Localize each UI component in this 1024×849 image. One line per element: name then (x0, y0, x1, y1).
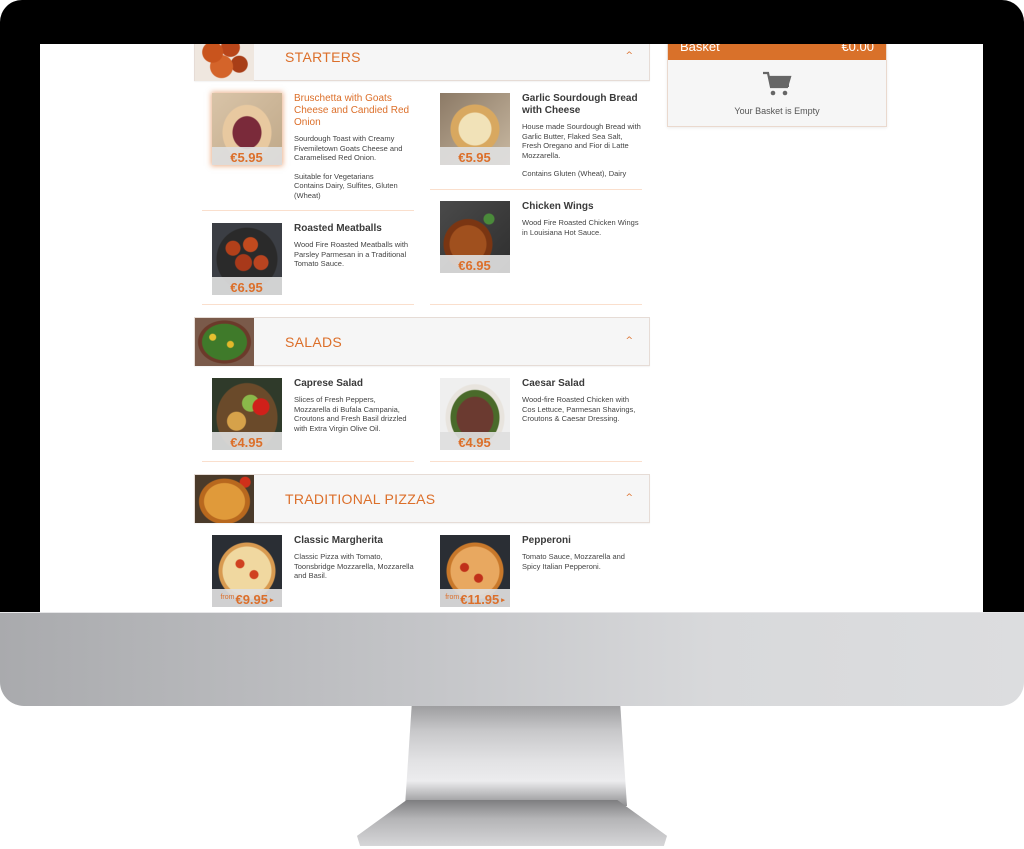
basket-body: Your Basket is Empty (668, 60, 886, 126)
item-grid: from€9.95 ▸ Classic Margherita Classic Pi… (194, 523, 650, 612)
monitor-stand-neck (405, 706, 627, 806)
section-starters: STARTERS ^ €5.95 Bruschetta with Goats C… (194, 44, 650, 305)
section-title: STARTERS (285, 48, 361, 65)
basket-header[interactable]: Basket €0.00 (668, 44, 886, 60)
basket-total: €0.00 (841, 44, 874, 54)
chevron-up-icon[interactable]: ^ (625, 51, 633, 61)
price-tag: from€11.95 ▸ (440, 589, 510, 607)
menu-item[interactable]: from€11.95 ▸ Pepperoni Tomato Sauce, Mozz… (430, 523, 642, 612)
item-image[interactable]: €6.95 (212, 223, 282, 295)
section-salads: SALADS ^ €4.95 Caprese Salad Slices of F… (194, 317, 650, 462)
item-description: Sourdough Toast with Creamy Fivemiletown… (294, 134, 403, 162)
menu-item[interactable]: €6.95 Roasted Meatballs Wood Fire Roaste… (202, 211, 414, 305)
section-title: TRADITIONAL PIZZAS (285, 490, 436, 507)
item-description: Wood-fire Roasted Chicken with Cos Lettu… (522, 395, 636, 423)
item-description: Classic Pizza with Tomato, Toonsbridge M… (294, 552, 414, 580)
menu-item[interactable]: €6.95 Chicken Wings Wood Fire Roasted Ch… (430, 189, 642, 305)
item-name[interactable]: Bruschetta with Goats Cheese and Candied… (294, 93, 414, 129)
menu-item[interactable]: €4.95 Caprese Salad Slices of Fresh Pepp… (202, 366, 414, 462)
item-grid: €4.95 Caprese Salad Slices of Fresh Pepp… (194, 366, 650, 462)
section-image-starters (195, 44, 254, 81)
item-image[interactable]: from€11.95 ▸ (440, 535, 510, 607)
section-image-traditional-pizzas (195, 475, 254, 523)
caret-right-icon: ▸ (270, 597, 274, 604)
item-description: Slices of Fresh Peppers, Mozzarella di B… (294, 395, 407, 433)
caret-right-icon: ▸ (501, 597, 505, 604)
item-name[interactable]: Caesar Salad (522, 378, 642, 390)
item-image[interactable]: from€9.95 ▸ (212, 535, 282, 607)
monitor-screen: STARTERS ^ €5.95 Bruschetta with Goats C… (40, 44, 983, 612)
item-image[interactable]: €5.95 (440, 93, 510, 165)
menu-item[interactable]: €4.95 Caesar Salad Wood-fire Roasted Chi… (430, 366, 642, 462)
basket-empty-message: Your Basket is Empty (734, 106, 820, 116)
menu-column: STARTERS ^ €5.95 Bruschetta with Goats C… (194, 44, 650, 612)
monitor-chin (0, 612, 1024, 706)
item-name[interactable]: Classic Margherita (294, 535, 414, 547)
section-header-salads[interactable]: SALADS ^ (194, 317, 650, 366)
price-tag: €4.95 (440, 432, 510, 450)
price-tag: €6.95 (212, 277, 282, 295)
item-description: House made Sourdough Bread with Garlic B… (522, 122, 641, 160)
item-image[interactable]: €4.95 (440, 378, 510, 450)
section-image-salads (195, 318, 254, 366)
section-title: SALADS (285, 333, 343, 350)
menu-item[interactable]: €5.95 Bruschetta with Goats Cheese and C… (202, 81, 414, 211)
item-name[interactable]: Roasted Meatballs (294, 223, 414, 235)
item-name[interactable]: Garlic Sourdough Bread with Cheese (522, 93, 642, 117)
price-tag: €5.95 (212, 147, 282, 165)
menu-item[interactable]: from€9.95 ▸ Classic Margherita Classic Pi… (202, 523, 414, 612)
section-header-starters[interactable]: STARTERS ^ (194, 44, 650, 81)
menu-item[interactable]: €5.95 Garlic Sourdough Bread with Cheese… (430, 81, 642, 190)
price-tag: €6.95 (440, 255, 510, 273)
item-name[interactable]: Chicken Wings (522, 201, 642, 213)
item-description: Tomato Sauce, Mozzarella and Spicy Itali… (522, 552, 625, 571)
item-image[interactable]: €5.95 (212, 93, 282, 165)
item-grid: €5.95 Bruschetta with Goats Cheese and C… (194, 81, 650, 305)
shopping-cart-icon (761, 71, 793, 102)
section-traditional-pizzas: TRADITIONAL PIZZAS ^ from€9.95 ▸ Classic … (194, 474, 650, 612)
price-tag: from€9.95 ▸ (212, 589, 282, 607)
item-allergen-note: Suitable for Vegetarians Contains Dairy,… (294, 171, 398, 200)
item-allergen-note: Contains Gluten (Wheat), Dairy (522, 169, 627, 178)
chevron-up-icon[interactable]: ^ (625, 336, 633, 346)
item-description: Wood Fire Roasted Chicken Wings in Louis… (522, 218, 639, 237)
item-name[interactable]: Caprese Salad (294, 378, 414, 390)
price-tag: €5.95 (440, 147, 510, 165)
section-header-traditional-pizzas[interactable]: TRADITIONAL PIZZAS ^ (194, 474, 650, 523)
item-image[interactable]: €4.95 (212, 378, 282, 450)
chevron-up-icon[interactable]: ^ (625, 493, 633, 503)
monitor-stand-foot (357, 800, 667, 846)
item-description: Wood Fire Roasted Meatballs with Parsley… (294, 240, 409, 268)
item-image[interactable]: €6.95 (440, 201, 510, 273)
item-name[interactable]: Pepperoni (522, 535, 642, 547)
basket-panel: Basket €0.00 Your Basket is Empty (667, 44, 887, 127)
price-tag: €4.95 (212, 432, 282, 450)
basket-title: Basket (680, 44, 720, 54)
